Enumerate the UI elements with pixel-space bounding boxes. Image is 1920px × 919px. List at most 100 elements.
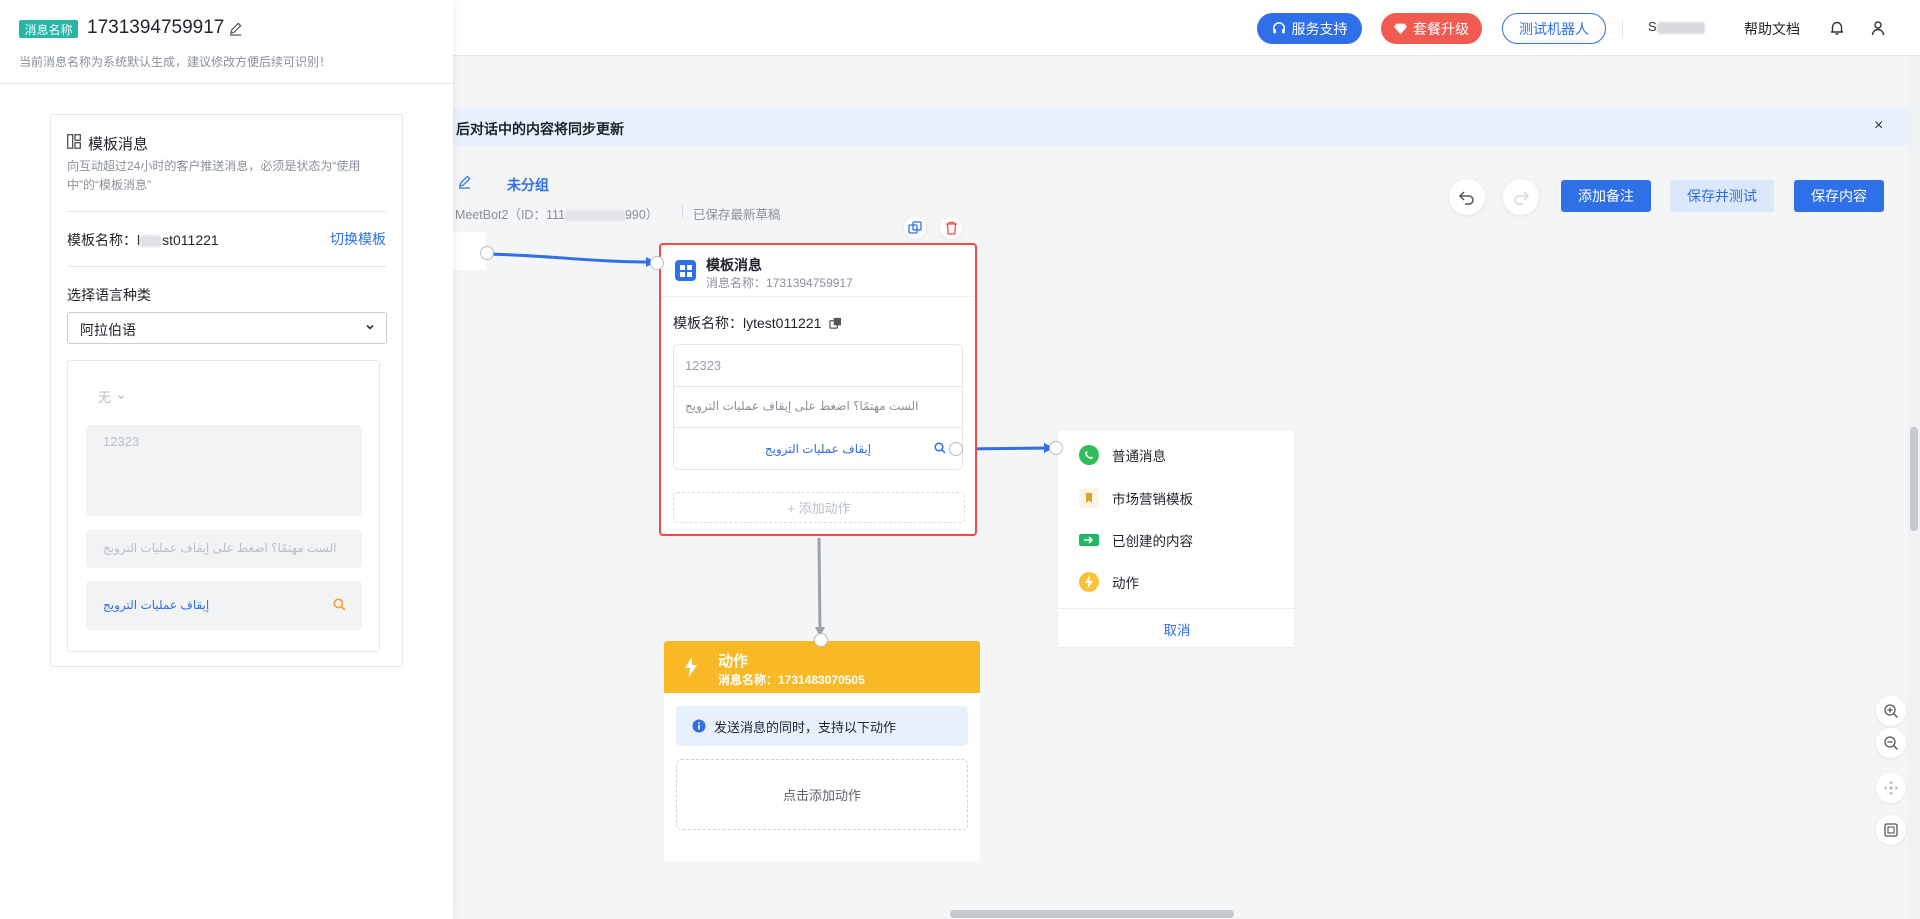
- preview-header-select[interactable]: 无: [98, 387, 126, 406]
- menu-item-marketing-template[interactable]: 市场营销模板: [1078, 487, 1193, 509]
- add-note-button[interactable]: 添加备注: [1561, 180, 1651, 212]
- copy-template-icon[interactable]: [829, 317, 842, 330]
- masked-username: [1656, 21, 1705, 34]
- user-icon[interactable]: [1867, 17, 1889, 39]
- message-config-panel: 消息名称 1731394759917 当前消息名称为系统默认生成，建议修改方便后…: [0, 0, 453, 919]
- template-footer: الست مهتمًا؟ اضغط على إيقاف عمليات الترو…: [674, 387, 962, 428]
- vertical-scroll-thumb[interactable]: [1910, 427, 1918, 531]
- zoom-in-icon: [1884, 704, 1898, 718]
- template-input-port[interactable]: [650, 256, 664, 270]
- user-account[interactable]: S: [1648, 19, 1705, 34]
- section-title: 模板消息: [88, 136, 149, 153]
- upgrade-plan-button[interactable]: 套餐升级: [1381, 13, 1482, 44]
- language-selected-value: 阿拉伯语: [80, 322, 136, 338]
- button-output-port[interactable]: [949, 442, 963, 456]
- upgrade-plan-label: 套餐升级: [1413, 20, 1469, 37]
- message-name-value: 1731394759917: [87, 17, 225, 38]
- user-initial: S: [1648, 19, 1657, 34]
- preview-header-value: 无: [98, 390, 112, 405]
- notice-close-icon[interactable]: ×: [1874, 117, 1883, 135]
- redo-button[interactable]: [1503, 179, 1539, 215]
- copy-icon: [908, 221, 922, 234]
- service-support-label: 服务支持: [1291, 20, 1348, 37]
- content-icon: [1079, 534, 1099, 546]
- bell-icon[interactable]: [1826, 17, 1848, 39]
- move-icon: [1884, 781, 1898, 795]
- action-input-port[interactable]: [814, 633, 828, 647]
- zoom-in-button[interactable]: [1876, 696, 1906, 726]
- notice-text: 后对话中的内容将同步更新: [456, 121, 624, 137]
- whatsapp-icon: [1079, 445, 1099, 465]
- switch-template-link[interactable]: 切换模板: [330, 229, 386, 249]
- panel-header: 消息名称 1731394759917 当前消息名称为系统默认生成，建议修改方便后…: [0, 0, 453, 84]
- zoom-out-button[interactable]: [1876, 728, 1906, 758]
- menu-item-action[interactable]: 动作: [1078, 571, 1139, 593]
- action-node-header: 动作 消息名称：1731483070505: [664, 641, 980, 693]
- chevron-down-icon: [118, 394, 124, 399]
- click-add-action-button[interactable]: 点击添加动作: [676, 759, 968, 830]
- template-quick-reply-button[interactable]: إيقاف عمليات الترويج: [674, 428, 962, 469]
- trash-icon: [945, 221, 957, 235]
- preview-footer: الست مهتمًا؟ اضغط على إيقاف عمليات الترو…: [86, 530, 362, 568]
- preview-body: 12323: [86, 425, 362, 516]
- saved-status: 已保存最新草稿: [693, 208, 781, 222]
- message-name-tag: 消息名称: [19, 20, 78, 38]
- language-select[interactable]: 阿拉伯语: [67, 312, 387, 344]
- bookmark-icon: [1079, 488, 1099, 508]
- section-divider: [67, 211, 387, 212]
- group-label[interactable]: 未分组: [507, 175, 549, 195]
- saved-divider: [682, 205, 683, 218]
- template-layout-icon: [67, 134, 81, 149]
- menu-item-normal-message[interactable]: 普通消息: [1078, 444, 1166, 466]
- header-divider: [1622, 20, 1623, 37]
- search-icon: [333, 598, 346, 611]
- message-name-hint: 当前消息名称为系统默认生成，建议修改方便后续可识别！: [19, 55, 332, 69]
- lightning-icon: [1079, 572, 1099, 592]
- template-name-text: 模板名称：lytest011221: [673, 315, 822, 331]
- menu-cancel-button[interactable]: 取消: [1058, 608, 1296, 648]
- copy-node-button[interactable]: [904, 217, 926, 239]
- masked-template-name: [140, 235, 163, 248]
- template-name-label: 模板名称：l: [67, 232, 141, 248]
- add-action-button[interactable]: + 添加动作: [673, 492, 965, 523]
- menu-item-created-content[interactable]: 已创建的内容: [1078, 529, 1193, 551]
- redo-icon: [1514, 191, 1530, 205]
- fit-screen-icon: [1884, 823, 1898, 837]
- template-button-label: إيقاف عمليات الترويج: [764, 441, 872, 456]
- fit-view-button[interactable]: [1876, 815, 1906, 845]
- edit-flow-name-icon[interactable]: [457, 174, 472, 189]
- horizontal-scroll-thumb[interactable]: [950, 910, 1234, 918]
- help-docs-link[interactable]: 帮助文档: [1744, 19, 1800, 39]
- save-and-test-button[interactable]: 保存并测试: [1670, 180, 1774, 212]
- menu-input-port[interactable]: [1049, 441, 1063, 455]
- template-preview: 无 12323 الست مهتمًا؟ اضغط على إيقاف عملي…: [67, 360, 380, 652]
- edit-name-icon[interactable]: [228, 21, 243, 36]
- service-support-button[interactable]: 服务支持: [1257, 13, 1362, 44]
- template-name-row: 模板名称：l st011221: [67, 230, 219, 250]
- menu-item-label: 已创建的内容: [1112, 534, 1193, 549]
- template-preview-card: 12323 الست مهتمًا؟ اضغط على إيقاف عمليات…: [673, 344, 963, 470]
- template-body: 12323: [674, 345, 962, 387]
- test-bot-button[interactable]: 测试机器人: [1502, 13, 1606, 44]
- section-description: 向互动超过24小时的客户推送消息，必须是状态为“使用中”的“模板消息”: [67, 159, 361, 192]
- connector-start-to-template: [487, 252, 653, 264]
- previous-node-port[interactable]: [480, 246, 494, 260]
- template-message-node[interactable]: 模板消息 消息名称：1731394759917 模板名称：lytest01122…: [659, 243, 977, 536]
- menu-item-label: 普通消息: [1112, 449, 1166, 464]
- vertical-scrollbar[interactable]: [1908, 56, 1920, 919]
- template-node-header: 模板消息 消息名称：1731394759917: [661, 245, 975, 297]
- preview-quick-reply-button[interactable]: إيقاف عمليات الترويج: [86, 581, 362, 630]
- undo-button[interactable]: [1449, 179, 1485, 215]
- save-content-button[interactable]: 保存内容: [1794, 180, 1884, 212]
- template-node-subtitle: 消息名称：1731394759917: [706, 276, 853, 290]
- connector-template-to-action: [817, 537, 822, 633]
- info-icon: [692, 719, 706, 733]
- zoom-out-icon: [1884, 736, 1898, 750]
- delete-node-button[interactable]: [940, 217, 962, 239]
- undo-icon: [1458, 191, 1474, 205]
- center-view-button[interactable]: [1876, 773, 1906, 803]
- action-node[interactable]: 动作 消息名称：1731483070505 发送消息的同时，支持以下动作 点击添…: [664, 641, 980, 861]
- action-node-subtitle: 消息名称：1731483070505: [718, 673, 865, 687]
- template-name-suffix: st011221: [162, 232, 219, 248]
- menu-item-label: 市场营销模板: [1112, 492, 1193, 507]
